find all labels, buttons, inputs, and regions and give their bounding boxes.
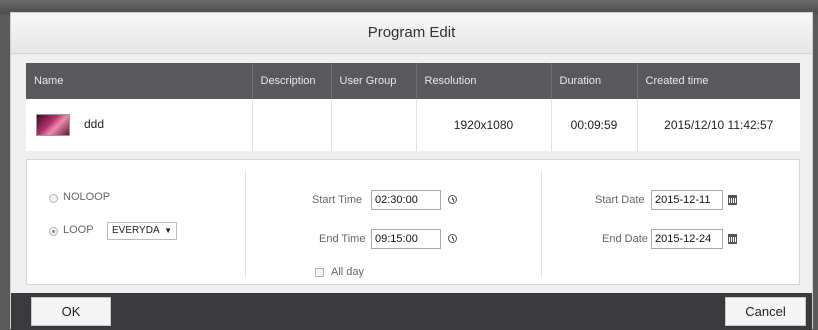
cell-user-group — [330, 99, 416, 151]
schedule-settings-panel: NOLOOP LOOP EVERYDA ▼ Start Time 02:30:0… — [26, 159, 800, 285]
loop-label: LOOP — [63, 224, 94, 236]
start-time-label: Start Time — [312, 194, 363, 206]
end-date-input[interactable]: 2015-12-24 — [651, 229, 723, 249]
column-header-duration[interactable]: Duration — [550, 63, 637, 99]
dropdown-arrow-icon: ▼ — [164, 226, 172, 235]
start-time-input[interactable]: 02:30:00 — [371, 190, 441, 210]
all-day-checkbox[interactable] — [315, 268, 324, 277]
column-header-description[interactable]: Description — [251, 63, 331, 99]
program-name: ddd — [84, 117, 105, 132]
column-header-name[interactable]: Name — [26, 63, 252, 99]
end-time-label: End Time — [319, 233, 366, 245]
loop-frequency-value: EVERYDA — [112, 225, 160, 236]
table-header-row: Name Description User Group Resolution D… — [26, 63, 800, 99]
program-thumbnail — [36, 114, 70, 136]
column-header-user-group[interactable]: User Group — [330, 63, 416, 99]
column-header-resolution[interactable]: Resolution — [415, 63, 551, 99]
noloop-radio[interactable] — [49, 194, 58, 203]
calendar-icon[interactable] — [724, 231, 740, 247]
cell-created-time: 2015/12/10 11:42:57 — [636, 99, 800, 151]
clock-icon[interactable] — [445, 231, 461, 247]
ok-button[interactable]: OK — [31, 297, 111, 326]
cancel-button[interactable]: Cancel — [725, 297, 806, 326]
start-date-input[interactable]: 2015-12-11 — [651, 190, 723, 210]
loop-radio[interactable] — [49, 227, 58, 236]
column-divider — [245, 170, 246, 278]
cell-duration: 00:09:59 — [550, 99, 637, 151]
end-time-input[interactable]: 09:15:00 — [371, 229, 441, 249]
dialog-title: Program Edit — [11, 13, 812, 54]
program-table: Name Description User Group Resolution D… — [26, 63, 800, 151]
calendar-icon[interactable] — [724, 192, 740, 208]
clock-icon[interactable] — [445, 192, 461, 208]
column-header-created-time[interactable]: Created time — [636, 63, 800, 99]
cell-description — [251, 99, 331, 151]
start-date-label: Start Date — [595, 194, 645, 206]
cell-name: ddd — [26, 99, 252, 151]
end-date-label: End Date — [602, 233, 648, 245]
noloop-label: NOLOOP — [63, 191, 111, 203]
table-row[interactable]: ddd 1920x1080 00:09:59 2015/12/10 11:42:… — [26, 99, 800, 151]
column-divider — [541, 170, 542, 278]
loop-frequency-select[interactable]: EVERYDA ▼ — [107, 222, 177, 240]
program-edit-dialog: Program Edit Name Description User Group… — [10, 12, 813, 330]
all-day-label: All day — [331, 266, 365, 278]
cell-resolution: 1920x1080 — [415, 99, 551, 151]
dialog-footer: OK Cancel — [11, 293, 812, 330]
